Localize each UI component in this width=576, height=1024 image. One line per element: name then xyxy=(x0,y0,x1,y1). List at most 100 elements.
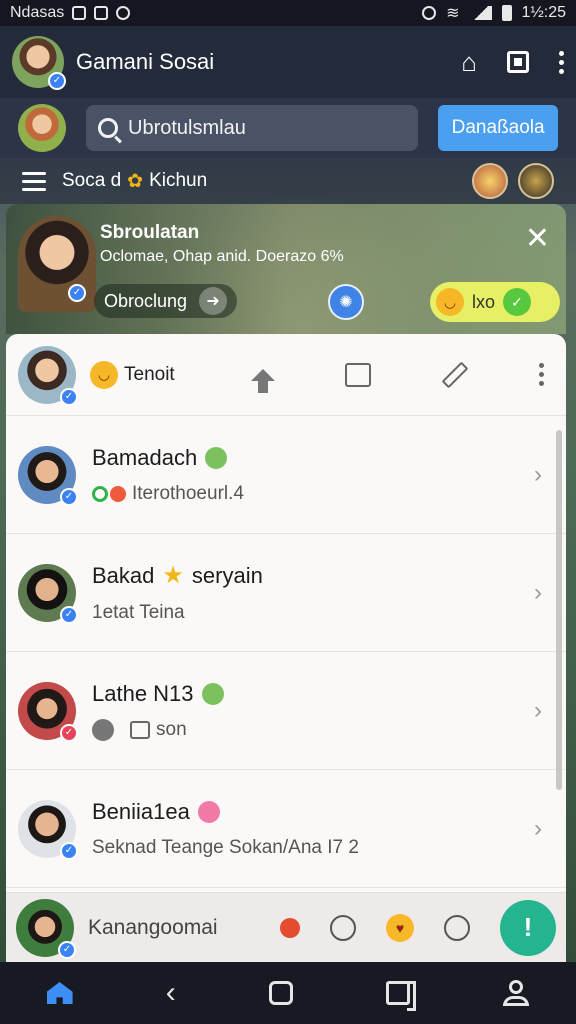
conversation-message: 1etat Teina xyxy=(92,602,185,623)
conversation-avatar: ✓ xyxy=(18,799,78,860)
status-icon xyxy=(92,485,126,502)
verified-badge-icon: ✓ xyxy=(60,841,78,860)
conversation-name: Beniia1ea xyxy=(92,798,190,824)
conversation-name: Bamadach xyxy=(92,444,198,470)
pin-icon[interactable] xyxy=(280,917,300,938)
reaction-bar[interactable]: ◡ lxo ✓ xyxy=(430,282,560,322)
conversation-message: Seknad Teange Sokan/Ana I7 2 xyxy=(92,836,359,858)
verified-badge-icon: ✓ xyxy=(60,723,78,742)
alarm-icon xyxy=(422,6,437,20)
header-label: Tenoit xyxy=(124,363,175,385)
media-icon xyxy=(94,6,109,20)
wifi-icon: ≋ xyxy=(446,5,460,22)
scrollbar[interactable] xyxy=(556,430,562,790)
conversation-message: Iterothoeurl.4 xyxy=(132,482,244,504)
emoji-sticker-icon xyxy=(197,800,220,823)
square-icon[interactable] xyxy=(268,981,293,1005)
story-avatar[interactable] xyxy=(472,163,508,199)
profile-card: ✓ Sbroulatan Oclomae, Ohap anid. Doerazo… xyxy=(6,204,566,334)
composer-avatar[interactable]: ✓ xyxy=(16,898,76,959)
verified-badge-icon: ✓ xyxy=(60,487,78,506)
conversation-avatar: ✓ xyxy=(18,563,78,624)
profile-card-avatar[interactable]: ✓ xyxy=(18,216,96,312)
conversation-message: son xyxy=(156,718,187,740)
back-icon[interactable]: ‹ xyxy=(166,976,176,1010)
app-bar: ✓ Gamani Sosai ⌂ xyxy=(0,26,576,98)
chevron-right-icon: › xyxy=(534,696,542,724)
story-avatar[interactable] xyxy=(518,163,554,199)
star-icon: ★ xyxy=(162,562,184,589)
notification-icon xyxy=(72,6,87,20)
frog-sticker-icon xyxy=(201,682,224,705)
search-row: Ubrotulsmlau Danaßaola xyxy=(0,98,576,158)
message-input[interactable]: Kanangoomai xyxy=(88,916,218,940)
chevron-right-icon: › xyxy=(534,578,542,606)
home-icon[interactable] xyxy=(46,982,73,1004)
square-icon[interactable] xyxy=(507,51,529,73)
status-carrier: Ndasas xyxy=(10,4,65,21)
profile-avatar[interactable] xyxy=(18,104,66,152)
emoji-picker-icon[interactable] xyxy=(330,914,356,941)
conversation-name: Bakad xyxy=(92,562,155,588)
send-button[interactable]: ! xyxy=(500,899,556,956)
conversation-row[interactable]: ✓ Bakad ★ seryain 1etat Teina › xyxy=(6,534,566,652)
section-bar: Soca d ✿ Kichun xyxy=(0,158,576,204)
profile-card-name: Sbroulatan xyxy=(100,222,200,243)
reaction-label: lxo xyxy=(472,291,496,312)
chip-label: Obroclung xyxy=(104,290,188,311)
conversation-avatar: ✓ xyxy=(18,445,78,506)
more-vertical-icon[interactable] xyxy=(559,50,564,74)
chat-panel: ✓ ◡ Tenoit ✓ Bamadach Iterothoeurl.4 › ✓ xyxy=(6,334,566,892)
menu-icon[interactable] xyxy=(22,171,46,191)
verified-badge-icon: ✓ xyxy=(48,72,66,90)
conversation-row[interactable]: ✓ Bamadach Iterothoeurl.4 › xyxy=(6,416,566,534)
check-emoji-icon: ✓ xyxy=(503,288,532,316)
chevron-right-icon: › xyxy=(534,460,542,488)
close-icon[interactable]: ✕ xyxy=(525,224,550,254)
profile-card-chip[interactable]: Obroclung ➜ xyxy=(94,284,238,318)
status-bar: Ndasas ≋ 1½:25 xyxy=(0,0,576,26)
smiley-icon[interactable] xyxy=(444,914,470,941)
recents-icon[interactable] xyxy=(386,981,417,1011)
section-label: Soca d xyxy=(62,170,122,191)
heart-eyes-emoji-icon[interactable]: ♥ xyxy=(386,913,414,942)
sync-icon xyxy=(116,6,131,20)
verified-badge-icon: ✓ xyxy=(68,284,86,302)
note-icon[interactable] xyxy=(345,362,371,387)
arrow-right-icon: ➜ xyxy=(199,287,228,315)
user-avatar[interactable]: ✓ xyxy=(12,36,66,90)
bottom-nav: ‹ xyxy=(0,962,576,1024)
header-avatar[interactable]: ✓ xyxy=(18,345,78,406)
conversation-name: Lathe N13 xyxy=(92,680,194,706)
image-icon xyxy=(130,720,150,739)
section-title: Kichun xyxy=(149,170,208,191)
globe-icon[interactable]: ✺ xyxy=(328,284,364,320)
app-title: Gamani Sosai xyxy=(76,49,215,74)
conversation-name-suffix: seryain xyxy=(191,562,263,588)
battery-icon xyxy=(501,5,512,21)
search-input[interactable]: Ubrotulsmlau xyxy=(86,105,419,151)
user-icon[interactable] xyxy=(503,980,530,1006)
profile-card-subtitle: Oclomae, Ohap anid. Doerazo 6% xyxy=(100,248,344,265)
chevron-right-icon: › xyxy=(534,814,542,842)
edit-icon[interactable] xyxy=(441,361,469,388)
smile-emoji-icon: ◡ xyxy=(90,360,118,389)
search-value: Ubrotulsmlau xyxy=(128,116,246,139)
verified-badge-icon: ✓ xyxy=(60,605,78,624)
section-emoji-icon: ✿ xyxy=(127,170,144,192)
status-time: 1½:25 xyxy=(521,4,566,21)
search-icon xyxy=(98,118,118,138)
laughing-emoji-icon: ◡ xyxy=(436,288,464,316)
more-vertical-icon[interactable] xyxy=(539,363,544,386)
verified-badge-icon: ✓ xyxy=(58,940,76,959)
home-icon[interactable]: ⌂ xyxy=(461,47,477,78)
upload-icon[interactable] xyxy=(251,368,275,393)
chat-panel-header: ✓ ◡ Tenoit xyxy=(6,334,566,416)
conversation-avatar: ✓ xyxy=(18,681,78,742)
primary-action-button[interactable]: Danaßaola xyxy=(438,105,558,151)
conversation-row[interactable]: ✓ Beniia1ea Seknad Teange Sokan/Ana I7 2… xyxy=(6,770,566,888)
signal-icon xyxy=(469,6,492,20)
composer-bar: ✓ Kanangoomai ♥ ! xyxy=(6,892,566,962)
verified-badge-icon: ✓ xyxy=(60,387,78,406)
conversation-row[interactable]: ✓ Lathe N13 son › xyxy=(6,652,566,770)
